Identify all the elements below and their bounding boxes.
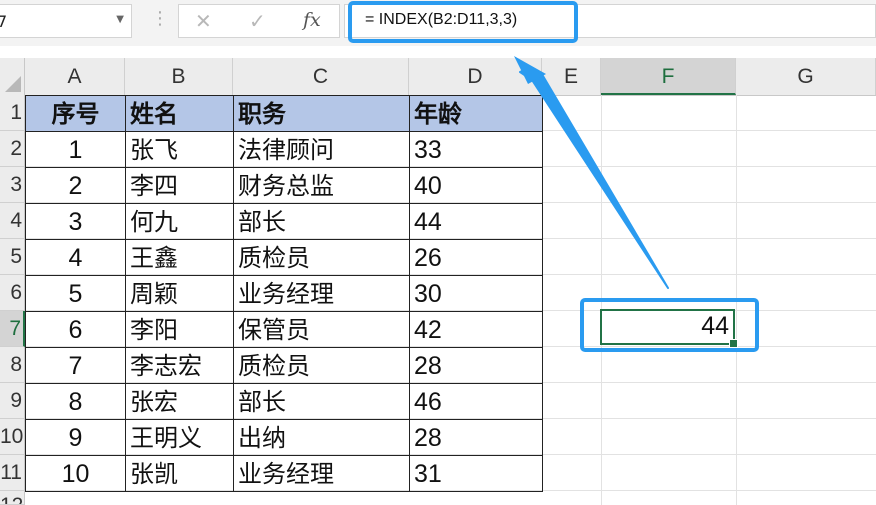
table-cell[interactable]: 1: [25, 131, 126, 168]
table-cell[interactable]: 28: [409, 347, 543, 384]
row-header-3[interactable]: 3: [0, 167, 25, 203]
table-cell[interactable]: 33: [409, 131, 543, 168]
table-cell[interactable]: 26: [409, 239, 543, 276]
table-cell[interactable]: 业务经理: [233, 455, 410, 492]
insert-function-button[interactable]: fx: [303, 9, 321, 31]
row-headers: 1 2 3 4 5 6 7 8 9 10 11 12: [0, 95, 25, 505]
table-row: 9 王明义 出纳 28: [25, 419, 543, 456]
table-cell[interactable]: 李四: [125, 167, 234, 204]
column-headers: A B C D E F G: [0, 58, 876, 96]
check-icon[interactable]: ✓: [249, 9, 266, 33]
row-header-12[interactable]: 12: [0, 491, 25, 505]
row-header-6[interactable]: 6: [0, 275, 25, 311]
header-cell[interactable]: 职务: [233, 95, 410, 132]
select-all-triangle: [5, 76, 21, 92]
row-header-5[interactable]: 5: [0, 239, 25, 275]
table-cell[interactable]: 46: [409, 383, 543, 420]
table-cell[interactable]: 财务总监: [233, 167, 410, 204]
header-cell[interactable]: 年龄: [409, 95, 543, 132]
row-header-9[interactable]: 9: [0, 383, 25, 419]
row-header-8[interactable]: 8: [0, 347, 25, 383]
drag-handle-icon[interactable]: ⋮: [151, 8, 169, 29]
table-cell[interactable]: 质检员: [233, 347, 410, 384]
close-icon[interactable]: ✕: [195, 9, 212, 33]
table-header-row: 序号 姓名 职务 年龄: [25, 95, 543, 132]
table-cell[interactable]: 3: [25, 203, 126, 240]
table-row: 1 张飞 法律顾问 33: [25, 131, 543, 168]
table-row: 4 王鑫 质检员 26: [25, 239, 543, 276]
row-header-1[interactable]: 1: [0, 95, 25, 131]
header-cell[interactable]: 姓名: [125, 95, 234, 132]
result-highlight-box: [580, 298, 759, 352]
table-cell[interactable]: 张宏: [125, 383, 234, 420]
table-row: 3 何九 部长 44: [25, 203, 543, 240]
row-header-10[interactable]: 10: [0, 419, 25, 455]
column-header-e[interactable]: E: [542, 58, 601, 95]
employee-table: 序号 姓名 职务 年龄 1 张飞 法律顾问 33 2 李四 财务总监 40 3 …: [25, 95, 543, 492]
chevron-down-icon[interactable]: ▼: [116, 14, 124, 25]
select-all-button[interactable]: [0, 58, 25, 95]
table-cell[interactable]: 42: [409, 311, 543, 348]
table-cell[interactable]: 40: [409, 167, 543, 204]
column-header-a[interactable]: A: [25, 58, 125, 95]
table-row: 5 周颖 业务经理 30: [25, 275, 543, 312]
table-cell[interactable]: 王鑫: [125, 239, 234, 276]
column-header-c[interactable]: C: [233, 58, 409, 95]
table-cell[interactable]: 10: [25, 455, 126, 492]
table-cell[interactable]: 6: [25, 311, 126, 348]
table-row: 2 李四 财务总监 40: [25, 167, 543, 204]
column-header-f[interactable]: F: [601, 58, 736, 95]
table-row: 10 张凯 业务经理 31: [25, 455, 543, 492]
table-cell[interactable]: 2: [25, 167, 126, 204]
name-box[interactable]: 7 ▼: [0, 4, 132, 38]
header-cell[interactable]: 序号: [25, 95, 126, 132]
table-cell[interactable]: 部长: [233, 203, 410, 240]
name-box-value: 7: [0, 12, 8, 31]
table-cell[interactable]: 28: [409, 419, 543, 456]
table-row: 7 李志宏 质检员 28: [25, 347, 543, 384]
table-cell[interactable]: 7: [25, 347, 126, 384]
table-cell[interactable]: 李阳: [125, 311, 234, 348]
formula-buttons: ✕ ✓ fx: [178, 4, 340, 38]
table-cell[interactable]: 法律顾问: [233, 131, 410, 168]
column-header-g[interactable]: G: [736, 58, 876, 95]
table-cell[interactable]: 44: [409, 203, 543, 240]
table-cell[interactable]: 李志宏: [125, 347, 234, 384]
table-cell[interactable]: 何九: [125, 203, 234, 240]
table-cell[interactable]: 5: [25, 275, 126, 312]
row-header-7[interactable]: 7: [0, 311, 25, 347]
column-header-d[interactable]: D: [409, 58, 542, 95]
table-cell[interactable]: 4: [25, 239, 126, 276]
row-header-4[interactable]: 4: [0, 203, 25, 239]
table-cell[interactable]: 张飞: [125, 131, 234, 168]
table-row: 8 张宏 部长 46: [25, 383, 543, 420]
row-header-2[interactable]: 2: [0, 131, 25, 167]
table-cell[interactable]: 出纳: [233, 419, 410, 456]
row-header-11[interactable]: 11: [0, 455, 25, 491]
table-cell[interactable]: 31: [409, 455, 543, 492]
table-cell[interactable]: 张凯: [125, 455, 234, 492]
table-row: 6 李阳 保管员 42: [25, 311, 543, 348]
formula-highlight-box: [348, 1, 578, 43]
formula-bar: 7 ▼ ⋮ ✕ ✓ fx = INDEX(B2:D11,3,3): [0, 0, 876, 46]
table-cell[interactable]: 8: [25, 383, 126, 420]
table-cell[interactable]: 9: [25, 419, 126, 456]
table-cell[interactable]: 部长: [233, 383, 410, 420]
table-cell[interactable]: 30: [409, 275, 543, 312]
table-cell[interactable]: 周颖: [125, 275, 234, 312]
table-cell[interactable]: 保管员: [233, 311, 410, 348]
table-cell[interactable]: 王明义: [125, 419, 234, 456]
column-header-b[interactable]: B: [125, 58, 233, 95]
table-cell[interactable]: 业务经理: [233, 275, 410, 312]
table-cell[interactable]: 质检员: [233, 239, 410, 276]
